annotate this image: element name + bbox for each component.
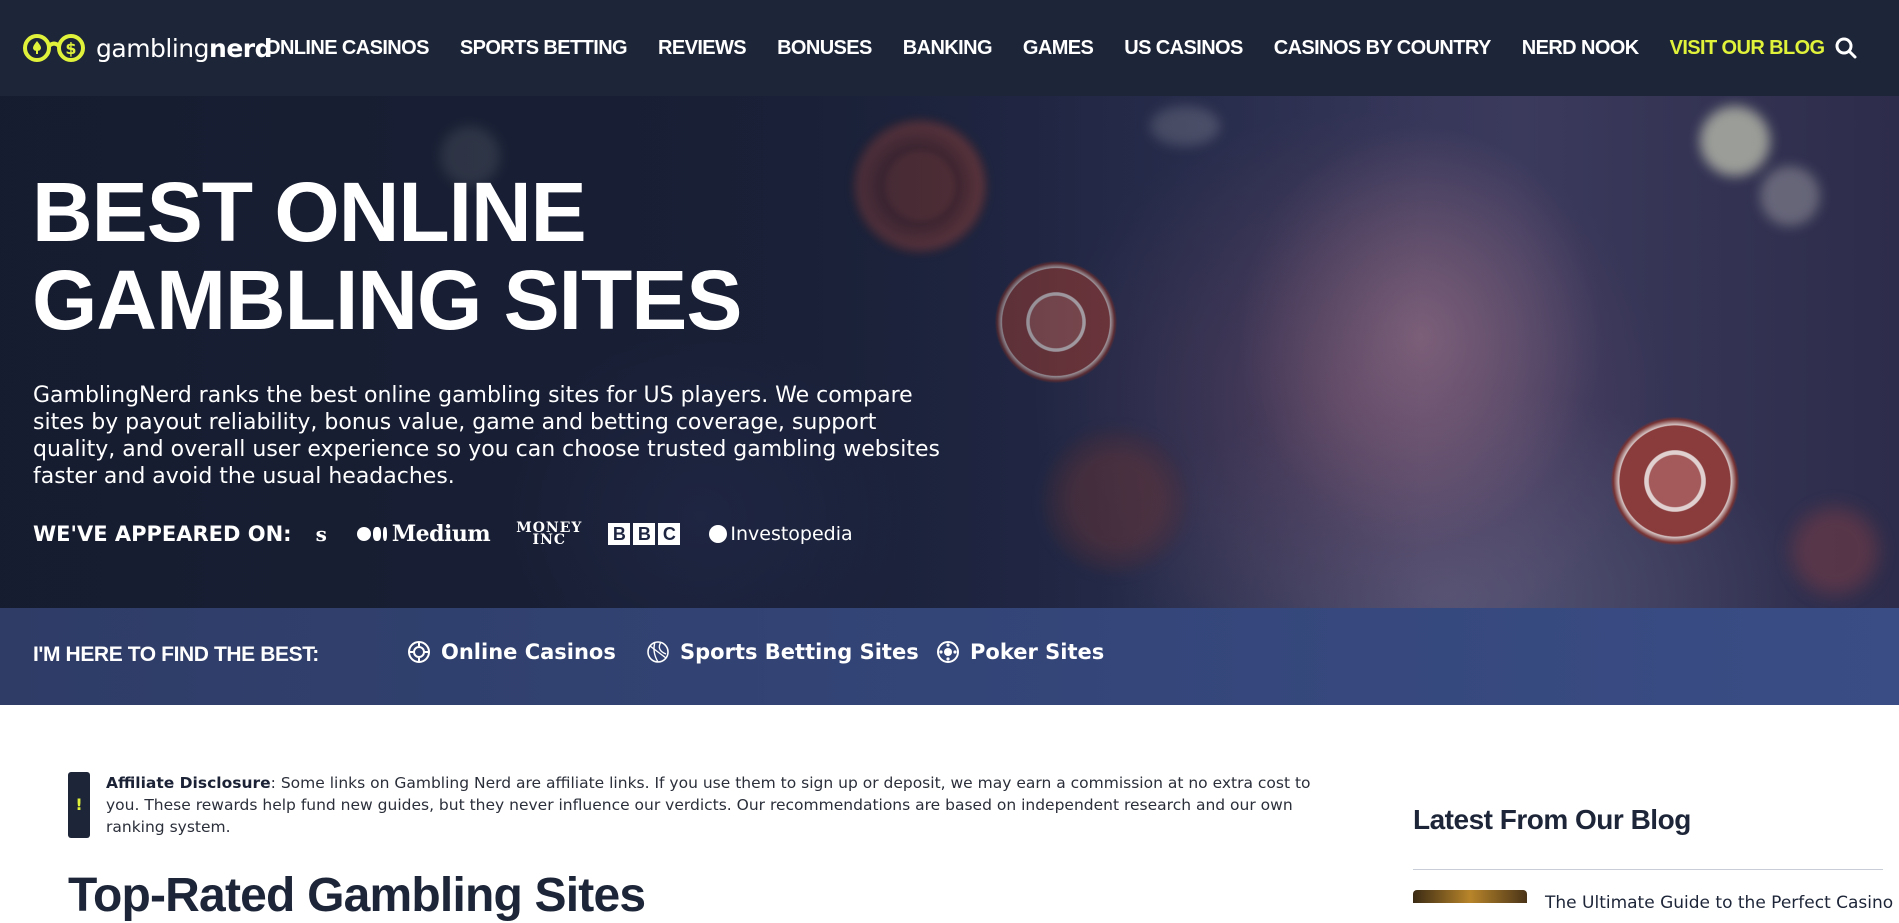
casino-chip-icon [407,640,431,664]
svg-text:$: $ [65,39,76,58]
nav-nerd-nook[interactable]: NERD NOOK [1522,37,1639,60]
nav-sports-betting[interactable]: SPORTS BETTING [460,37,628,60]
nav-reviews[interactable]: REVIEWS [658,37,747,60]
medium-dots-icon [356,527,389,541]
glasses-logo-icon: $ [22,33,86,63]
press-logo-investopedia: Investopedia [709,523,853,545]
press-mentions: WE'VE APPEARED ON: s Medium MONEY INC BBC… [33,516,879,552]
find-the-best-label: I'M HERE TO FIND THE BEST: [33,643,319,666]
appeared-on-label: WE'VE APPEARED ON: [33,522,292,546]
find-sports-betting-label: Sports Betting Sites [680,640,919,664]
blog-post-thumbnail[interactable] [1413,890,1527,903]
find-the-best-bar: I'M HERE TO FIND THE BEST: Online Casino… [0,608,1899,705]
find-poker-sites-label: Poker Sites [970,640,1105,664]
nav-online-casinos[interactable]: ONLINE CASINOS [265,37,429,60]
poker-chip-icon [936,640,960,664]
hero-banner: BEST ONLINE GAMBLING SITES GamblingNerd … [0,96,1899,608]
site-logo[interactable]: $ gamblingnerd [22,30,273,66]
nav-bonuses[interactable]: BONUSES [777,37,872,60]
hero-title: BEST ONLINE GAMBLING SITES [32,165,742,347]
main-menu: ONLINE CASINOS SPORTS BETTING REVIEWS BO… [265,0,1856,96]
press-logo-medium: Medium [356,521,491,547]
basketball-icon [646,640,670,664]
top-navbar: $ gamblingnerd ONLINE CASINOS SPORTS BET… [0,0,1899,96]
affiliate-disclosure: ! Affiliate Disclosure: Some links on Ga… [68,772,1323,838]
blog-post-title[interactable]: The Ultimate Guide to the Perfect Casino… [1545,893,1899,913]
nav-games[interactable]: GAMES [1023,37,1094,60]
section-title: Top-Rated Gambling Sites [68,869,646,922]
latest-blog-title: Latest From Our Blog [1413,804,1691,835]
press-logo-money-inc: MONEY INC [516,520,583,548]
visit-blog-link[interactable]: VISIT OUR BLOG [1670,37,1826,60]
divider [1413,869,1883,870]
search-icon[interactable] [1834,36,1858,60]
find-poker-sites-link[interactable]: Poker Sites [936,640,1104,664]
press-logo-s: s [315,522,327,546]
investopedia-mark-icon [709,525,728,543]
affiliate-disclosure-text: Affiliate Disclosure: Some links on Gamb… [106,774,1311,836]
hero-description: GamblingNerd ranks the best online gambl… [33,383,940,489]
logo-wordmark: gamblingnerd [96,33,273,63]
nav-casinos-by-country[interactable]: CASINOS BY COUNTRY [1274,37,1492,60]
nav-us-casinos[interactable]: US CASINOS [1124,37,1243,60]
find-sports-betting-link[interactable]: Sports Betting Sites [646,640,919,664]
nav-banking[interactable]: BANKING [903,37,993,60]
find-online-casinos-label: Online Casinos [441,640,616,664]
find-online-casinos-link[interactable]: Online Casinos [407,640,616,664]
press-logo-bbc: BBC [608,523,683,545]
warning-icon: ! [68,772,90,838]
